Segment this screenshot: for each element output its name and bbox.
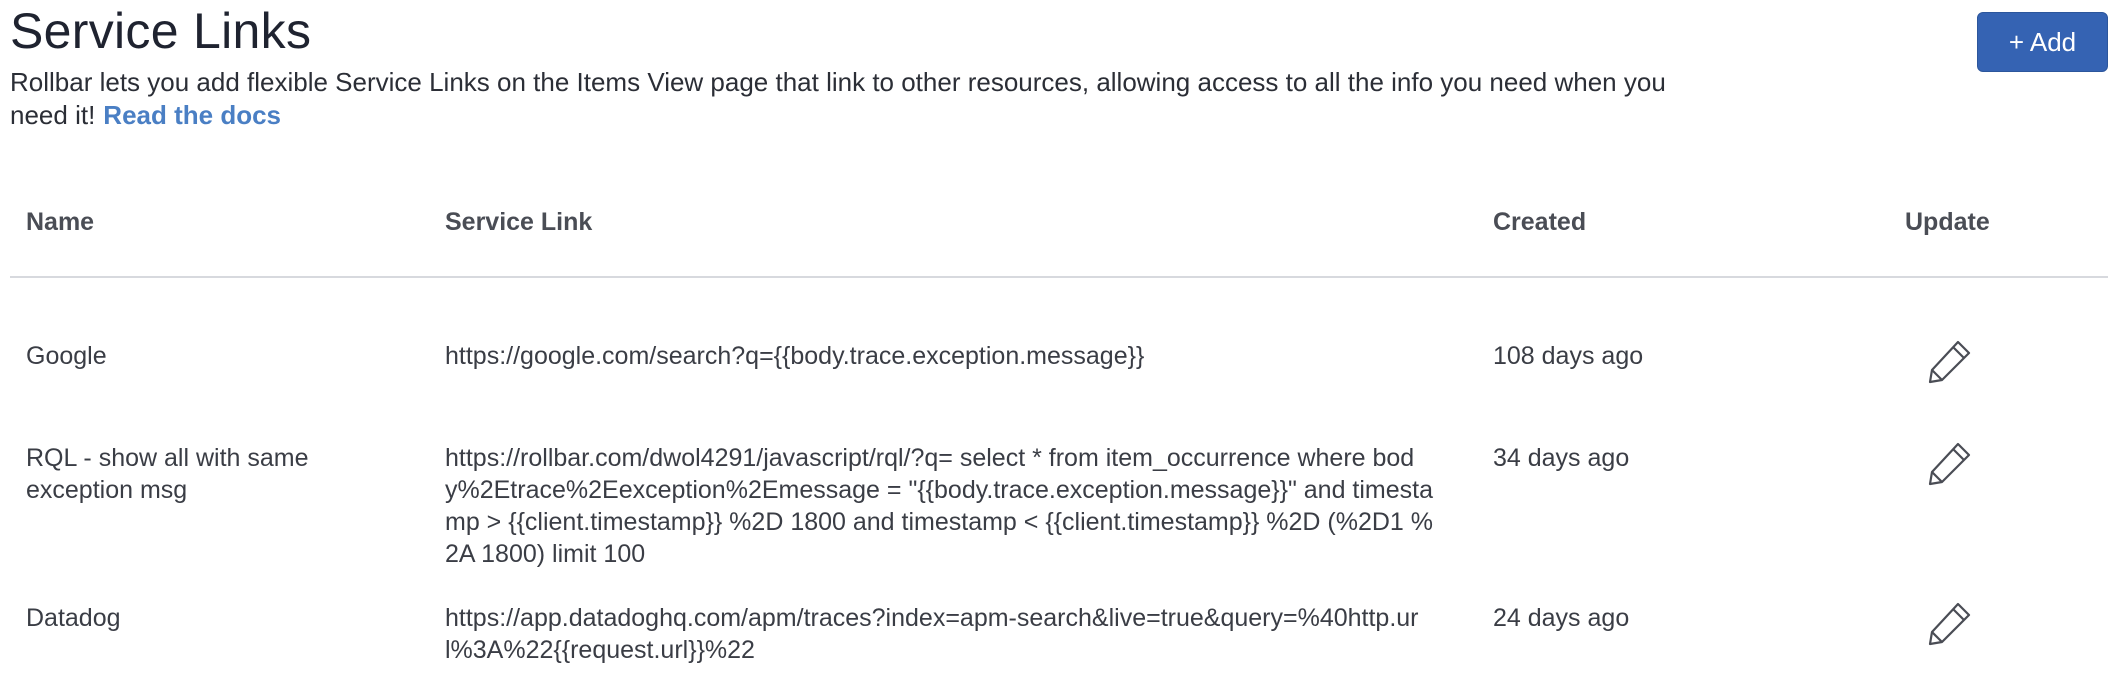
table-header: Name Service Link Created Update	[10, 190, 2108, 278]
read-the-docs-link[interactable]: Read the docs	[103, 100, 281, 130]
row-created: 24 days ago	[1493, 604, 1630, 632]
pencil-icon[interactable]	[1925, 598, 1975, 648]
pencil-icon[interactable]	[1925, 336, 1975, 386]
table-row: RQL - show all with same exception msg h…	[10, 442, 2108, 572]
row-created: 34 days ago	[1493, 444, 1630, 472]
row-name: Datadog	[26, 604, 121, 632]
add-service-link-button[interactable]: + Add	[1977, 12, 2108, 72]
service-links-page: Service Links + Add Rollbar lets you add…	[0, 0, 2120, 692]
row-service-link: https://google.com/search?q={{body.trace…	[445, 342, 1145, 370]
page-title: Service Links	[10, 3, 312, 59]
row-created: 108 days ago	[1493, 342, 1644, 370]
page-description: Rollbar lets you add flexible Service Li…	[10, 66, 1710, 132]
table-row: Google https://google.com/search?q={{bod…	[10, 340, 2108, 400]
service-links-table: Name Service Link Created Update Google …	[10, 190, 2108, 664]
row-name: RQL - show all with same exception msg	[26, 444, 309, 504]
column-header-created: Created	[1493, 208, 1587, 236]
column-header-name: Name	[26, 208, 95, 236]
table-row: Datadog https://app.datadoghq.com/apm/tr…	[10, 602, 2108, 672]
row-service-link: https://app.datadoghq.com/apm/traces?ind…	[445, 604, 1419, 664]
pencil-icon[interactable]	[1925, 438, 1975, 488]
column-header-update: Update	[1905, 208, 1990, 236]
row-service-link: https://rollbar.com/dwol4291/javascript/…	[445, 444, 1434, 568]
row-name: Google	[26, 342, 107, 370]
column-header-service-link: Service Link	[445, 208, 593, 236]
